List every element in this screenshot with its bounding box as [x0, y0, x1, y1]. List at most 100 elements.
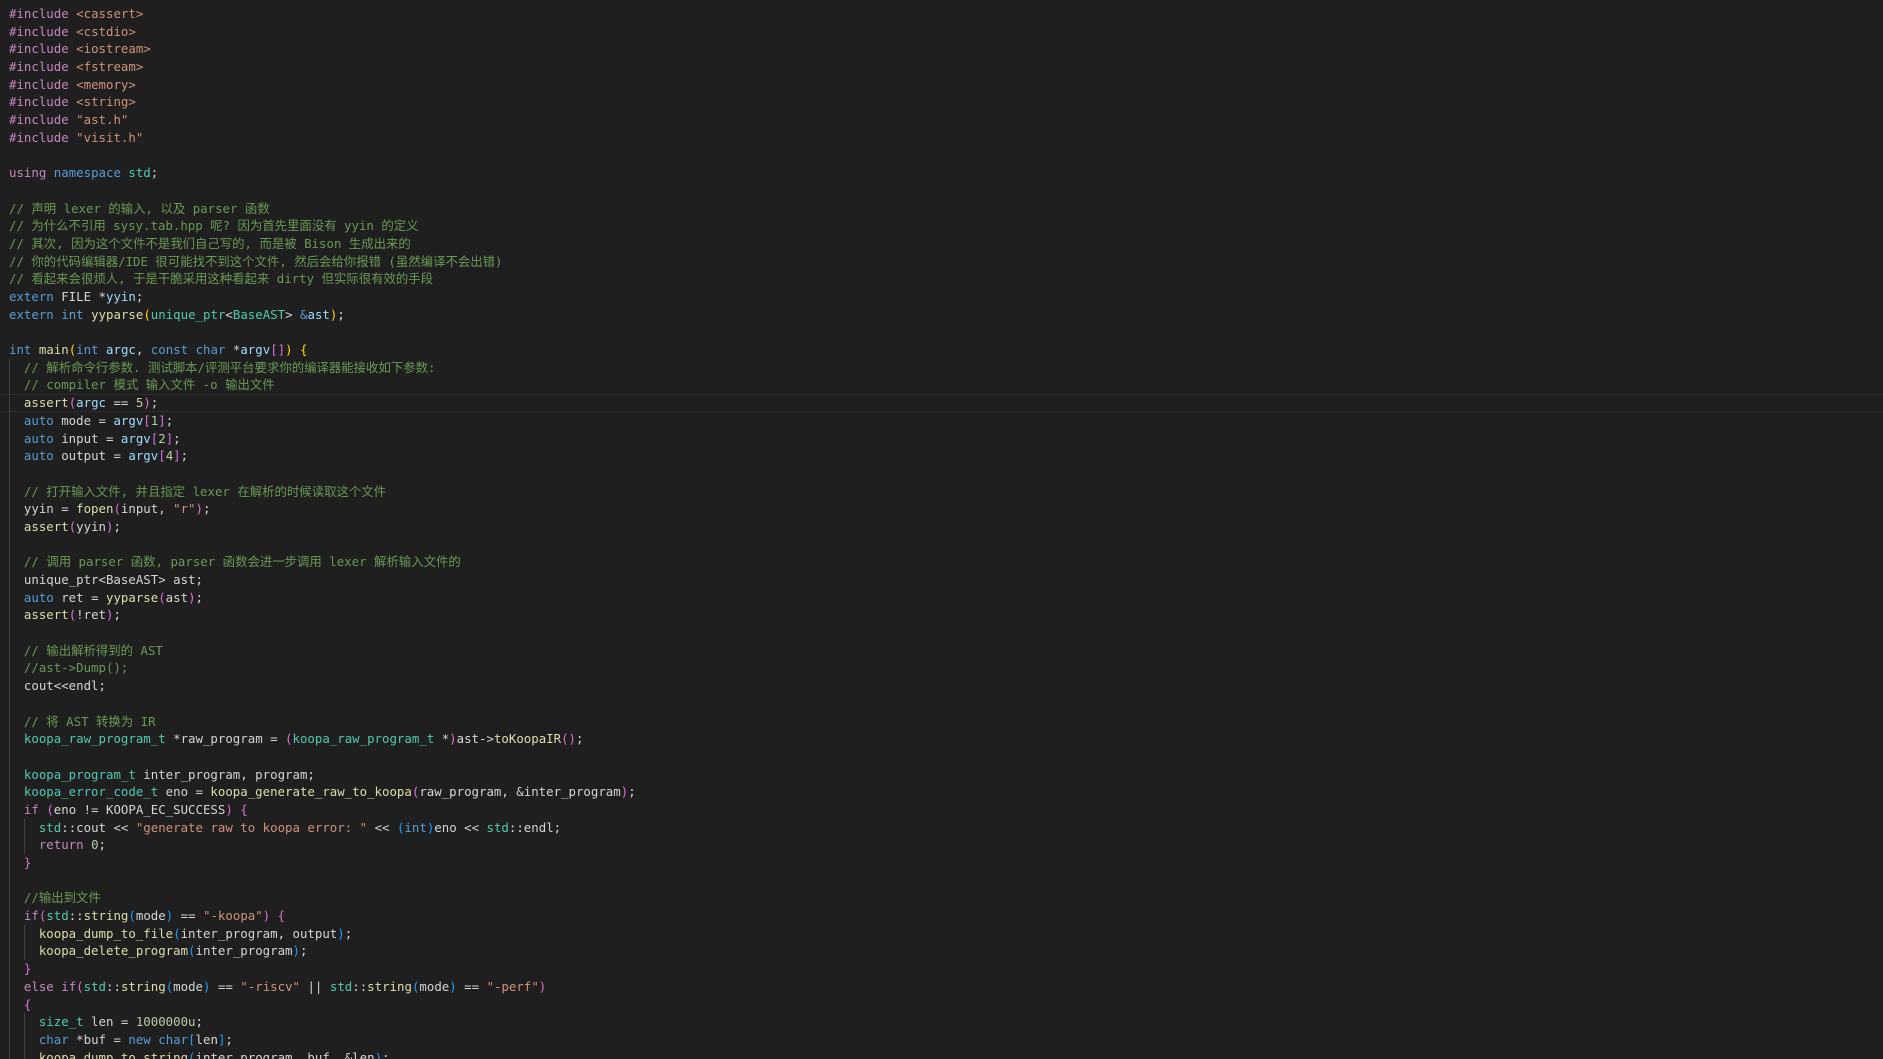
code-line[interactable]: assert(argc == 5); [0, 394, 1883, 412]
code-line[interactable]: #include "ast.h" [0, 111, 1883, 129]
code-token: !ret [76, 607, 106, 623]
code-token: "-koopa" [203, 908, 263, 924]
code-line[interactable]: // 将 AST 转换为 IR [0, 712, 1883, 731]
code-line[interactable]: koopa_error_code_t eno = koopa_generate_… [0, 783, 1883, 801]
code-line[interactable]: // 其次, 因为这个文件不是我们自己写的, 而是被 Bison 生成出来的 [0, 235, 1883, 253]
code-token: *raw_program = [165, 731, 286, 747]
code-token: ; [195, 589, 203, 605]
indent-guide [23, 1030, 25, 1049]
code-token: //输出到文件 [23, 890, 101, 906]
code-token: std [83, 978, 107, 994]
code-line[interactable]: int main(int argc, const char *argv[]) { [0, 341, 1883, 359]
code-line[interactable]: assert(yyin); [0, 517, 1883, 536]
code-line[interactable]: auto input = argv[2]; [0, 429, 1883, 448]
code-token: // 打开输入文件, 并且指定 lexer 在解析的时候读取这个文件 [23, 483, 387, 499]
code-token: eno != KOOPA_EC_SUCCESS [53, 801, 226, 817]
code-line[interactable]: koopa_dump_to_file(inter_program, output… [0, 924, 1883, 943]
code-token: eno << [434, 819, 487, 835]
code-token: #include [9, 129, 69, 145]
code-line[interactable]: #include <string> [0, 93, 1883, 111]
code-line[interactable]: // compiler 模式 输入文件 -o 输出文件 [0, 376, 1883, 395]
code-line[interactable]: { [0, 995, 1883, 1014]
code-token: ) [285, 342, 293, 358]
code-line[interactable] [0, 624, 1883, 642]
code-line[interactable]: size_t len = 1000000u; [0, 1013, 1883, 1031]
code-line[interactable]: if (eno != KOOPA_EC_SUCCESS) { [0, 800, 1883, 819]
code-token: ; [150, 395, 159, 411]
code-line[interactable]: if(std::string(mode) == "-koopa") { [0, 907, 1883, 925]
code-line[interactable]: return 0; [0, 836, 1883, 854]
code-line[interactable]: // 看起来会很烦人, 于是干脆采用这种看起来 dirty 但实际很有效的手段 [0, 270, 1883, 288]
code-line[interactable]: //输出到文件 [0, 889, 1883, 908]
code-line[interactable]: #include <fstream> [0, 58, 1883, 76]
code-line[interactable]: // 解析命令行参数. 测试脚本/评测平台要求你的编译器能接收如下参数: [0, 358, 1883, 377]
code-line[interactable]: #include <cstdio> [0, 23, 1883, 41]
code-token: [] [270, 342, 286, 358]
code-line[interactable]: char *buf = new char[len]; [0, 1030, 1883, 1049]
code-line[interactable]: koopa_dump_to_string(inter_program, buf,… [0, 1048, 1883, 1059]
code-token: char [158, 1031, 189, 1047]
code-token: <memory> [76, 76, 136, 92]
code-line[interactable]: // 输出解析得到的 AST [0, 641, 1883, 660]
code-token: :: [106, 978, 121, 994]
code-line[interactable]: auto mode = argv[1]; [0, 411, 1883, 430]
code-line[interactable]: assert(!ret); [0, 606, 1883, 625]
code-line[interactable] [0, 147, 1883, 165]
code-token: yyin [106, 289, 136, 304]
code-line[interactable]: extern int yyparse(unique_ptr<BaseAST> &… [0, 306, 1883, 324]
code-line[interactable]: koopa_delete_program(inter_program); [0, 942, 1883, 961]
code-token: argc [106, 342, 136, 358]
code-line[interactable] [0, 182, 1883, 200]
code-line[interactable]: extern FILE *yyin; [0, 288, 1883, 306]
code-token: // 其次, 因为这个文件不是我们自己写的, 而是被 Bison 生成出来的 [9, 235, 411, 251]
code-line[interactable]: unique_ptr<BaseAST> ast; [0, 571, 1883, 589]
code-line[interactable] [0, 535, 1883, 554]
code-line[interactable]: #include <cassert> [0, 5, 1883, 23]
code-token: ; [225, 1031, 233, 1047]
code-line[interactable]: yyin = fopen(input, "r"); [0, 500, 1883, 518]
code-line[interactable]: //ast->Dump(); [0, 659, 1883, 678]
code-line[interactable]: // 声明 lexer 的输入, 以及 parser 函数 [0, 200, 1883, 218]
code-line[interactable]: auto ret = yyparse(ast); [0, 588, 1883, 607]
code-line[interactable]: // 调用 parser 函数, parser 函数会进一步调用 lexer 解… [0, 553, 1883, 571]
indent-guide [9, 871, 10, 890]
code-line[interactable]: #include "visit.h" [0, 129, 1883, 147]
code-line[interactable]: // 打开输入文件, 并且指定 lexer 在解析的时候读取这个文件 [0, 482, 1883, 501]
code-line[interactable]: koopa_program_t inter_program, program; [0, 765, 1883, 784]
code-line[interactable]: koopa_raw_program_t *raw_program = (koop… [0, 730, 1883, 748]
code-token: || [300, 978, 330, 994]
code-line[interactable] [0, 747, 1883, 766]
code-token: const [150, 342, 189, 358]
code-token: ( [143, 306, 151, 322]
code-token: argv [240, 342, 271, 358]
code-line[interactable] [0, 694, 1883, 713]
code-line[interactable] [0, 323, 1883, 341]
code-line[interactable]: cout<<endl; [0, 677, 1883, 695]
code-token: // 你的代码编辑器/IDE 很可能找不到这个文件, 然后会给你报错 (虽然编译… [9, 253, 503, 269]
code-line[interactable]: #include <iostream> [0, 40, 1883, 58]
code-line[interactable] [0, 871, 1883, 890]
indent-guide [9, 588, 10, 607]
code-line[interactable]: // 为什么不引用 sysy.tab.hpp 呢? 因为首先里面没有 yyin … [0, 217, 1883, 235]
code-line[interactable]: #include <memory> [0, 76, 1883, 94]
code-token: input = [53, 430, 121, 446]
code-line[interactable]: auto output = argv[4]; [0, 447, 1883, 465]
code-token: raw_program, &inter_program [419, 784, 621, 800]
code-line[interactable] [0, 464, 1883, 483]
code-editor[interactable]: #include <cassert> #include <cstdio> #incl… [0, 0, 1883, 1059]
code-token: return [38, 837, 84, 853]
code-line[interactable]: } [0, 854, 1883, 872]
code-token: *buf = [68, 1031, 129, 1047]
code-token: { [300, 342, 308, 358]
code-line[interactable]: using namespace std; [0, 164, 1883, 182]
code-token: auto [23, 412, 54, 428]
code-line[interactable]: // 你的代码编辑器/IDE 很可能找不到这个文件, 然后会给你报错 (虽然编译… [0, 253, 1883, 271]
code-token: ( [188, 943, 196, 959]
code-line[interactable]: else if(std::string(mode) == "-riscv" ||… [0, 977, 1883, 996]
code-line[interactable]: std::cout << "generate raw to koopa erro… [0, 818, 1883, 837]
code-line[interactable]: } [0, 960, 1883, 978]
